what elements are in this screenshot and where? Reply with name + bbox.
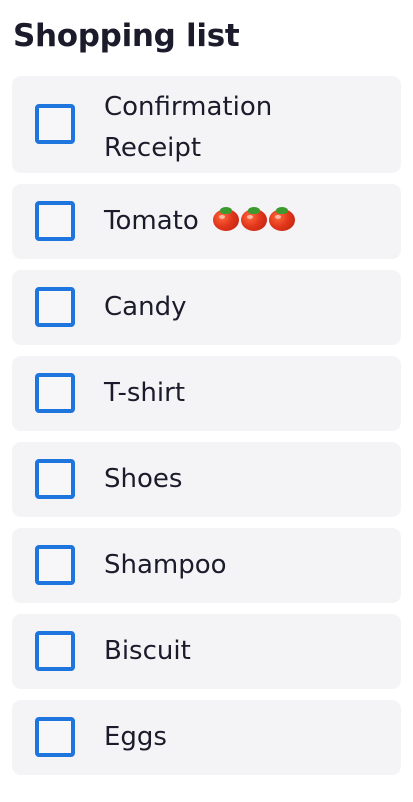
checkbox[interactable] — [35, 717, 75, 757]
list-item[interactable]: Candy — [12, 270, 401, 345]
list-item-label-wrapper: Tomato — [104, 201, 297, 244]
list-item-label: Tomato — [104, 206, 199, 236]
tomato-emoji-group — [212, 203, 297, 244]
shopping-list-page: Shopping list Confirmation Receipt Tomat… — [0, 0, 413, 802]
list-item-label: T-shirt — [104, 378, 186, 408]
list-item-label: Eggs — [104, 722, 167, 752]
list-item-label: Biscuit — [104, 636, 191, 666]
list-item-label: Confirmation Receipt — [104, 92, 273, 163]
list-item[interactable]: Eggs — [12, 700, 401, 775]
list-item-label: Shampoo — [104, 550, 227, 580]
list-item[interactable]: Tomato — [12, 184, 401, 259]
checkbox[interactable] — [35, 201, 75, 241]
list-item-label: Shoes — [104, 464, 183, 494]
tomato-icon — [268, 207, 295, 231]
page-title: Shopping list — [13, 18, 240, 54]
list-item[interactable]: Confirmation Receipt — [12, 76, 401, 173]
list-item[interactable]: Biscuit — [12, 614, 401, 689]
checkbox[interactable] — [35, 459, 75, 499]
checkbox[interactable] — [35, 631, 75, 671]
tomato-icon — [212, 207, 239, 231]
tomato-icon — [240, 207, 267, 231]
checkbox[interactable] — [35, 104, 75, 144]
list-item[interactable]: T-shirt — [12, 356, 401, 431]
checkbox[interactable] — [35, 287, 75, 327]
checkbox[interactable] — [35, 373, 75, 413]
list-item-label: Candy — [104, 292, 187, 322]
list-item[interactable]: Shampoo — [12, 528, 401, 603]
checkbox[interactable] — [35, 545, 75, 585]
list-item[interactable]: Shoes — [12, 442, 401, 517]
